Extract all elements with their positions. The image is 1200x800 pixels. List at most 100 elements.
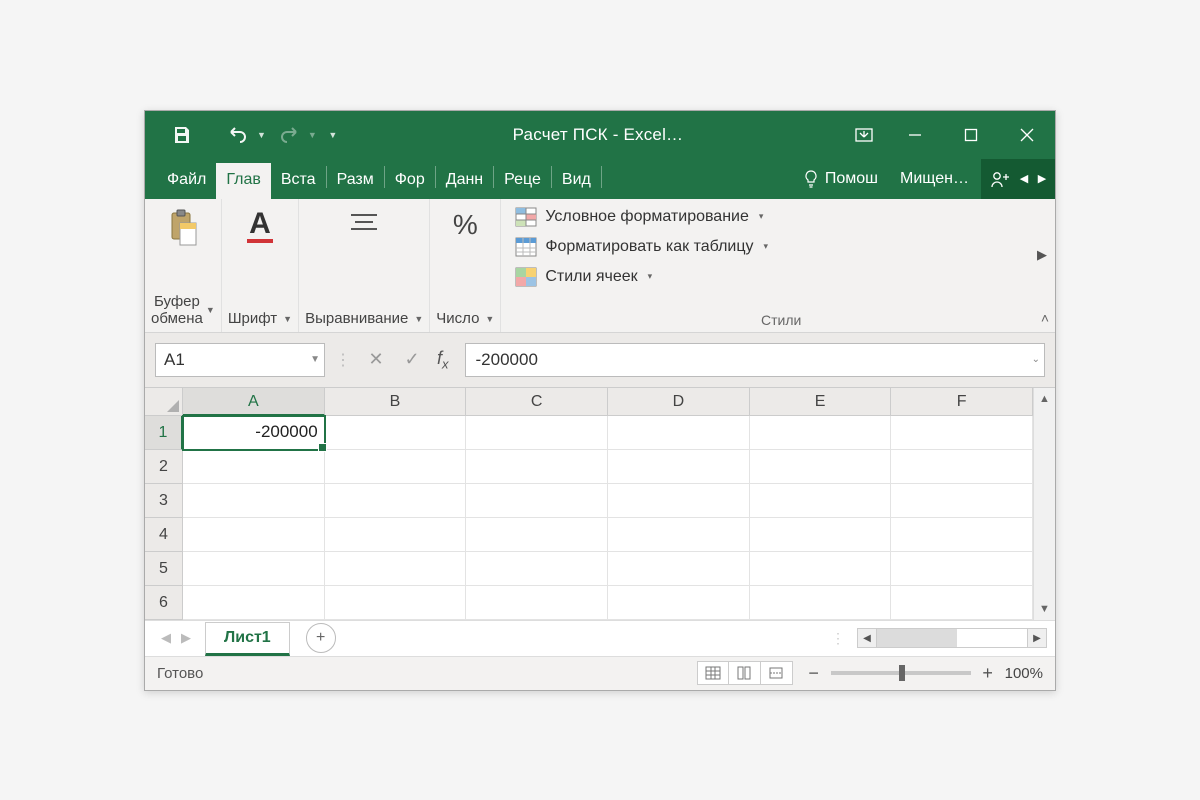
- cell-c3[interactable]: [466, 484, 608, 518]
- save-button[interactable]: [165, 118, 199, 152]
- row-header-2[interactable]: 2: [145, 450, 183, 484]
- cell-b3[interactable]: [325, 484, 467, 518]
- cell-b5[interactable]: [325, 552, 467, 586]
- col-header-f[interactable]: F: [891, 388, 1033, 416]
- tab-home[interactable]: Глав: [216, 163, 271, 199]
- ribbon-scroll-right[interactable]: ▶: [1033, 243, 1051, 267]
- vertical-scrollbar[interactable]: ▲ ▼: [1033, 388, 1055, 620]
- scroll-right-button[interactable]: ▶: [1027, 628, 1047, 648]
- redo-button[interactable]: [272, 118, 306, 152]
- tab-view[interactable]: Вид: [552, 163, 601, 199]
- scroll-left-button[interactable]: ◀: [857, 628, 877, 648]
- close-button[interactable]: [999, 111, 1055, 159]
- h-scroll-thumb[interactable]: [877, 629, 957, 647]
- zoom-value[interactable]: 100%: [1005, 665, 1043, 682]
- cell-e5[interactable]: [750, 552, 892, 586]
- row-header-3[interactable]: 3: [145, 484, 183, 518]
- sheet-tab-active[interactable]: Лист1: [205, 622, 290, 656]
- enter-formula-button[interactable]: ✓: [395, 343, 429, 377]
- row-header-4[interactable]: 4: [145, 518, 183, 552]
- cell-e2[interactable]: [750, 450, 892, 484]
- cell-c5[interactable]: [466, 552, 608, 586]
- cancel-formula-button[interactable]: ✕: [359, 343, 393, 377]
- format-as-table-button[interactable]: Форматировать как таблицу▾: [515, 235, 1047, 259]
- cell-f6[interactable]: [891, 586, 1033, 620]
- alignment-button[interactable]: [337, 205, 391, 239]
- cell-e3[interactable]: [750, 484, 892, 518]
- cell-f3[interactable]: [891, 484, 1033, 518]
- cell-f2[interactable]: [891, 450, 1033, 484]
- minimize-button[interactable]: [887, 111, 943, 159]
- formula-bar-resizer[interactable]: ⋮: [335, 350, 349, 370]
- col-header-c[interactable]: C: [466, 388, 608, 416]
- cell-c1[interactable]: [466, 416, 608, 450]
- cell-c2[interactable]: [466, 450, 608, 484]
- add-sheet-button[interactable]: +: [306, 623, 336, 653]
- cell-b2[interactable]: [325, 450, 467, 484]
- cell-a6[interactable]: [183, 586, 325, 620]
- cell-d2[interactable]: [608, 450, 750, 484]
- formula-input[interactable]: -200000 ⌄: [465, 343, 1045, 377]
- conditional-formatting-button[interactable]: Условное форматирование▾: [515, 205, 1047, 229]
- sheet-nav-prev[interactable]: ◀: [161, 630, 171, 646]
- row-header-5[interactable]: 5: [145, 552, 183, 586]
- col-header-a[interactable]: A: [183, 388, 325, 416]
- share-button[interactable]: [985, 164, 1015, 194]
- name-box-dropdown[interactable]: ▼: [310, 354, 320, 365]
- cell-a1[interactable]: -200000: [183, 416, 325, 450]
- cell-b6[interactable]: [325, 586, 467, 620]
- tab-page-layout[interactable]: Разм: [327, 163, 384, 199]
- paste-button[interactable]: [156, 205, 210, 253]
- col-header-e[interactable]: E: [750, 388, 892, 416]
- share-scroll-left[interactable]: ◀: [1015, 164, 1033, 194]
- redo-dropdown-icon[interactable]: ▼: [308, 130, 317, 140]
- cell-a3[interactable]: [183, 484, 325, 518]
- cell-d3[interactable]: [608, 484, 750, 518]
- tab-data[interactable]: Данн: [436, 163, 493, 199]
- scroll-up-button[interactable]: ▲: [1034, 388, 1055, 410]
- page-break-view-button[interactable]: [761, 661, 793, 685]
- maximize-button[interactable]: [943, 111, 999, 159]
- cell-b4[interactable]: [325, 518, 467, 552]
- insert-function-button[interactable]: fx: [431, 348, 455, 372]
- tab-file[interactable]: Файл: [157, 163, 216, 199]
- cell-a5[interactable]: [183, 552, 325, 586]
- select-all-corner[interactable]: [145, 388, 183, 416]
- cell-d5[interactable]: [608, 552, 750, 586]
- number-format-button[interactable]: %: [443, 205, 488, 245]
- undo-button[interactable]: [221, 118, 255, 152]
- cell-e1[interactable]: [750, 416, 892, 450]
- row-header-1[interactable]: 1: [145, 416, 183, 450]
- tell-me-search[interactable]: Помош: [793, 159, 888, 199]
- cell-a4[interactable]: [183, 518, 325, 552]
- cell-d4[interactable]: [608, 518, 750, 552]
- cell-f1[interactable]: [891, 416, 1033, 450]
- sheet-bar-splitter[interactable]: ⋮: [825, 630, 851, 647]
- name-box[interactable]: A1 ▼: [155, 343, 325, 377]
- cell-styles-button[interactable]: Стили ячеек▾: [515, 265, 1047, 289]
- expand-formula-bar[interactable]: ⌄: [1032, 354, 1040, 365]
- cell-e4[interactable]: [750, 518, 892, 552]
- sheet-nav-next[interactable]: ▶: [181, 630, 191, 646]
- page-layout-view-button[interactable]: [729, 661, 761, 685]
- cell-f4[interactable]: [891, 518, 1033, 552]
- scroll-down-button[interactable]: ▼: [1034, 598, 1055, 620]
- zoom-in-button[interactable]: +: [979, 663, 997, 684]
- tab-insert[interactable]: Вста: [271, 163, 326, 199]
- account-label[interactable]: Мищен…: [888, 159, 981, 199]
- tab-formulas[interactable]: Фор: [385, 163, 435, 199]
- qat-customize-button[interactable]: ▼: [323, 118, 343, 152]
- row-header-6[interactable]: 6: [145, 586, 183, 620]
- cell-b1[interactable]: [325, 416, 467, 450]
- cell-f5[interactable]: [891, 552, 1033, 586]
- ribbon-display-options-button[interactable]: [841, 111, 887, 159]
- normal-view-button[interactable]: [697, 661, 729, 685]
- cell-c4[interactable]: [466, 518, 608, 552]
- share-scroll-right[interactable]: ▶: [1033, 164, 1051, 194]
- undo-dropdown-icon[interactable]: ▼: [257, 130, 266, 140]
- horizontal-scrollbar[interactable]: ◀ ▶: [857, 628, 1047, 648]
- col-header-b[interactable]: B: [325, 388, 467, 416]
- cell-d1[interactable]: [608, 416, 750, 450]
- cell-e6[interactable]: [750, 586, 892, 620]
- zoom-slider-thumb[interactable]: [899, 665, 905, 681]
